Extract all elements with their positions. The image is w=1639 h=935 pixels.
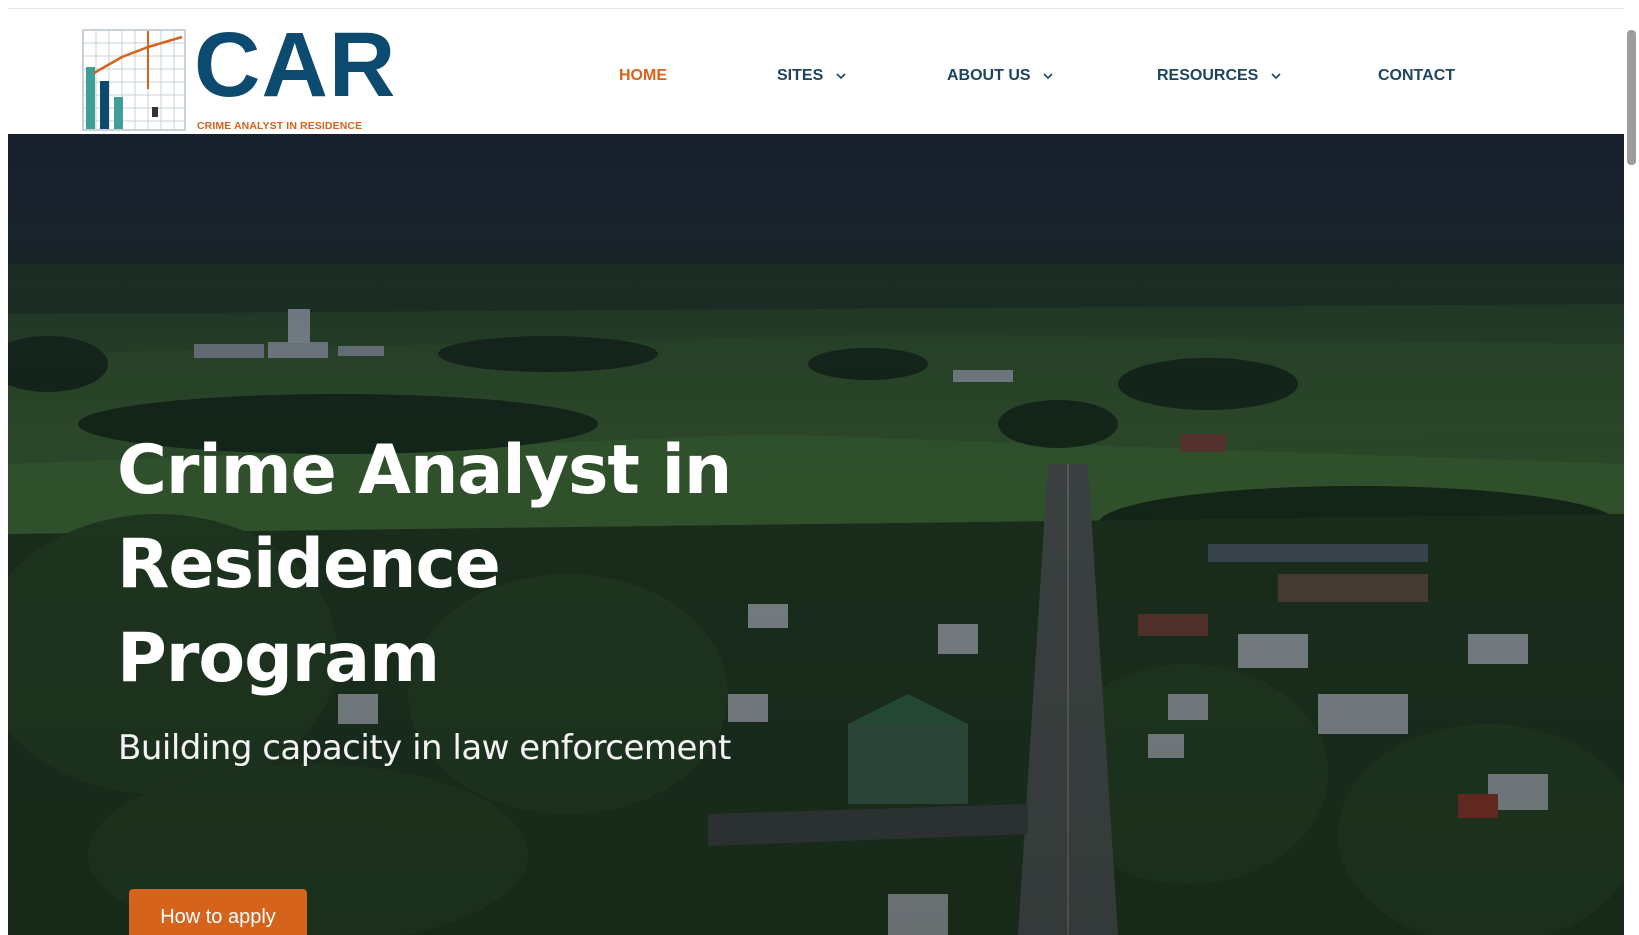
page-scrollbar[interactable] [1624, 8, 1639, 935]
chevron-down-icon [1271, 73, 1281, 79]
hero-title-line: Residence [117, 525, 501, 604]
site-header: CAR CRIME ANALYST IN RESIDENCE HOME SITE… [8, 8, 1624, 135]
logo-tagline: CRIME ANALYST IN RESIDENCE [197, 120, 363, 132]
nav-item-contact[interactable]: CONTACT [1378, 61, 1455, 91]
main-nav: HOME SITES ABOUT US RESOURCES CONTACT [8, 61, 1624, 91]
nav-item-about-us[interactable]: ABOUT US [947, 61, 1053, 91]
nav-item-resources[interactable]: RESOURCES [1157, 61, 1281, 91]
nav-item-label: ABOUT US [947, 67, 1031, 84]
hero-subtitle: Building capacity in law enforcement [118, 728, 731, 768]
how-to-apply-button[interactable]: How to apply [129, 889, 307, 935]
nav-item-label: HOME [619, 67, 667, 84]
hero-section: Crime Analyst in Residence Program Build… [8, 134, 1624, 935]
hero-title-line: Crime Analyst in [117, 431, 732, 510]
browser-viewport: CAR CRIME ANALYST IN RESIDENCE HOME SITE… [0, 0, 1639, 935]
nav-item-home[interactable]: HOME [619, 61, 667, 91]
scrollbar-thumb[interactable] [1627, 30, 1636, 165]
hero-title-line: Program [117, 619, 440, 698]
hero-title: Crime Analyst in Residence Program [117, 424, 797, 706]
nav-item-label: CONTACT [1378, 67, 1456, 84]
nav-item-label: SITES [777, 67, 824, 84]
chevron-down-icon [1043, 73, 1053, 79]
nav-item-label: RESOURCES [1157, 67, 1259, 84]
chevron-down-icon [836, 73, 846, 79]
nav-item-sites[interactable]: SITES [777, 61, 846, 91]
